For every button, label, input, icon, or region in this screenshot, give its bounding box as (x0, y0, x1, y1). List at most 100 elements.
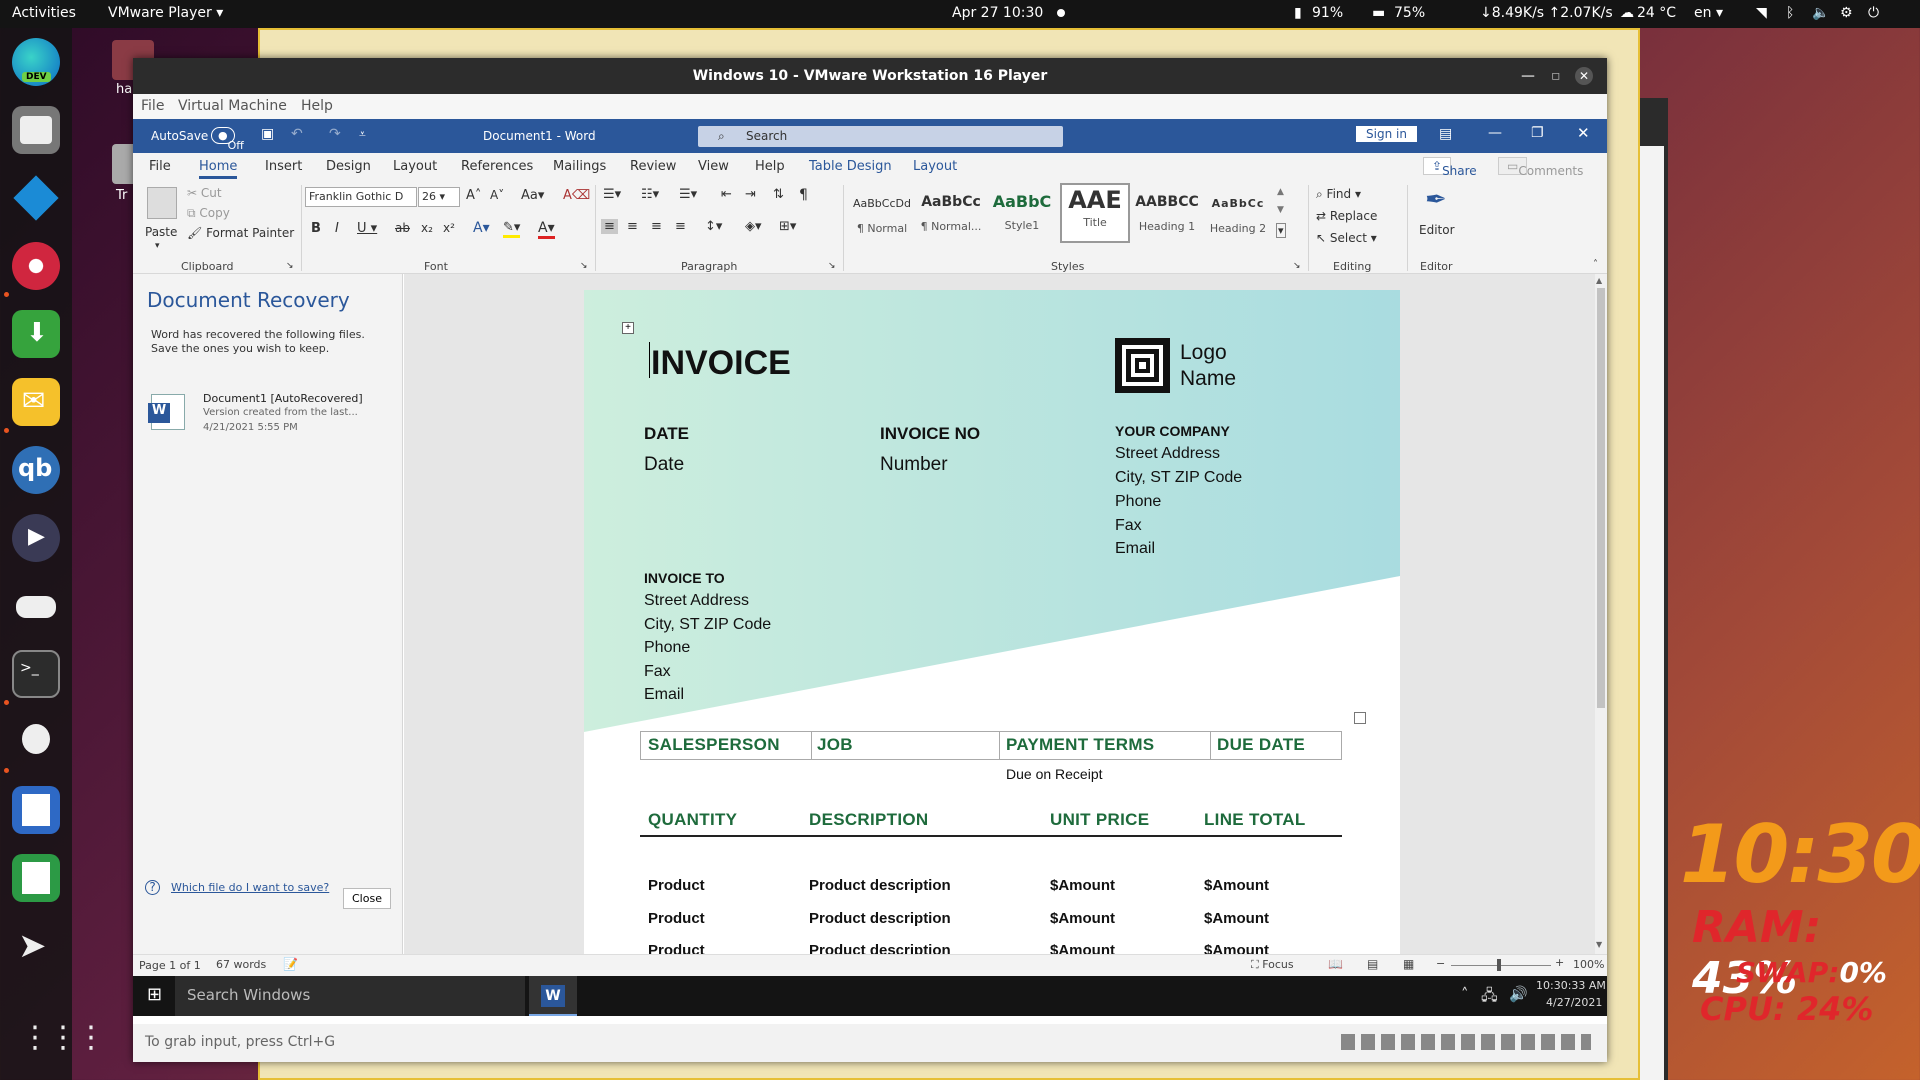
to-street[interactable]: Street Address (644, 592, 749, 610)
invoice-title[interactable]: INVOICE (651, 344, 791, 383)
tab-help[interactable]: Help (755, 159, 785, 174)
read-mode-icon[interactable]: 📖 (1328, 957, 1343, 971)
power-icon[interactable]: ⏻ (1868, 5, 1879, 21)
text-effects-icon[interactable]: A▾ (473, 220, 490, 236)
bluetooth-icon[interactable]: ᛒ (1786, 5, 1794, 21)
guest-screen[interactable]: AutoSave ● Off ▣ ↶ ↷ ⩡ Document1 - Word … (133, 119, 1607, 1044)
row1-unit[interactable]: $Amount (1050, 877, 1115, 894)
calc-icon[interactable] (12, 854, 60, 902)
font-name-select[interactable]: Franklin Gothic D (305, 187, 417, 207)
gamepad-icon[interactable] (12, 582, 60, 630)
taskbar-date[interactable]: 4/27/2021 (1546, 996, 1602, 1009)
print-layout-icon[interactable]: ▤ (1367, 957, 1378, 971)
justify-icon[interactable]: ≡ (675, 219, 686, 234)
payment-terms-value[interactable]: Due on Receipt (1006, 766, 1103, 782)
paste-button[interactable]: Paste (145, 225, 177, 239)
paragraph-launcher-icon[interactable]: ↘ (828, 261, 836, 271)
tab-home[interactable]: Home (199, 159, 238, 179)
download-manager-icon[interactable]: ⬇ (12, 310, 60, 358)
comments-button[interactable]: ▭ Comments (1498, 157, 1583, 178)
zoom-slider-thumb[interactable] (1497, 959, 1501, 971)
device-status-icons[interactable] (1341, 1034, 1591, 1050)
styles-launcher-icon[interactable]: ↘ (1293, 261, 1301, 271)
to-phone[interactable]: Phone (644, 639, 690, 657)
line-spacing-icon[interactable]: ↕▾ (705, 219, 722, 234)
tab-insert[interactable]: Insert (265, 159, 302, 174)
zoom-level[interactable]: 100% (1573, 958, 1604, 971)
cut-button[interactable]: ✂ Cut (187, 186, 222, 200)
to-fax[interactable]: Fax (644, 663, 671, 681)
tab-references[interactable]: References (461, 159, 533, 174)
copy-button[interactable]: ⧉ Copy (187, 206, 230, 221)
zoom-in-icon[interactable]: + (1555, 956, 1564, 969)
shrink-font-icon[interactable]: A˅ (490, 188, 504, 202)
page-count[interactable]: Page 1 of 1 (139, 959, 201, 972)
edge-dev-icon[interactable]: DEV (12, 38, 60, 86)
undo-icon[interactable]: ↶ (291, 126, 303, 142)
zoom-slider[interactable] (1451, 965, 1551, 966)
kodi-icon[interactable] (12, 174, 60, 222)
sort-icon[interactable]: ⇅ (773, 187, 784, 202)
decrease-indent-icon[interactable]: ⇤ (721, 187, 732, 202)
tray-overflow-icon[interactable]: ˄ (1461, 985, 1469, 1003)
scroll-thumb[interactable] (1597, 288, 1605, 708)
media-player-icon[interactable]: ▶ (12, 514, 60, 562)
replace-button[interactable]: ⇄ Replace (1316, 209, 1377, 223)
align-center-icon[interactable]: ≡ (627, 219, 638, 234)
zoom-out-icon[interactable]: − (1436, 957, 1445, 970)
to-email[interactable]: Email (644, 686, 684, 704)
row1-qty[interactable]: Product (648, 877, 705, 894)
row3-desc[interactable]: Product description (809, 942, 951, 954)
font-color-icon[interactable]: A▾ (538, 220, 555, 239)
maximize-icon[interactable]: ▫ (1551, 58, 1561, 94)
wifi-icon[interactable]: ◥ (1756, 5, 1767, 21)
activities-button[interactable]: Activities (12, 5, 76, 21)
vertical-scrollbar[interactable]: ▲ ▼ (1595, 274, 1607, 954)
change-case-icon[interactable]: Aa▾ (521, 188, 544, 203)
select-button[interactable]: ↖ Select ▾ (1316, 231, 1377, 245)
network-tray-icon[interactable]: 🖧 (1481, 985, 1498, 1010)
paste-dropdown-icon[interactable]: ▾ (155, 241, 160, 251)
editor-icon[interactable]: ✒ (1425, 185, 1447, 215)
tab-mailings[interactable]: Mailings (553, 159, 606, 174)
to-city[interactable]: City, ST ZIP Code (644, 616, 771, 634)
word-restore-icon[interactable]: ❐ (1531, 125, 1544, 141)
company-phone[interactable]: Phone (1115, 493, 1161, 511)
company-city[interactable]: City, ST ZIP Code (1115, 469, 1242, 487)
tab-view[interactable]: View (698, 159, 729, 174)
style-normal-alt[interactable]: AaBbCc ¶ Normal... (918, 187, 984, 243)
row3-qty[interactable]: Product (648, 942, 705, 954)
fan-app-icon[interactable] (12, 242, 60, 290)
shading-icon[interactable]: ◈▾ (745, 219, 762, 234)
language-indicator[interactable]: en ▾ (1694, 5, 1723, 21)
save-icon[interactable]: ▣ (261, 126, 274, 142)
telegram-icon[interactable]: ➤ (12, 922, 60, 970)
bold-icon[interactable]: B (311, 221, 321, 236)
sign-in-button[interactable]: Sign in (1356, 126, 1417, 142)
styles-scroll-up-icon[interactable]: ▲ (1277, 187, 1284, 197)
style-normal[interactable]: AaBbCcDd ¶ Normal (851, 187, 913, 243)
align-left-icon[interactable]: ≡ (601, 219, 618, 234)
menu-virtual-machine[interactable]: Virtual Machine (178, 98, 287, 114)
mail-icon[interactable]: ✉ (12, 378, 60, 426)
collapse-ribbon-icon[interactable]: ˄ (1593, 259, 1598, 270)
row3-total[interactable]: $Amount (1204, 942, 1269, 954)
editor-button[interactable]: Editor (1419, 223, 1455, 237)
strikethrough-icon[interactable]: ab (395, 221, 410, 235)
invoice-no-value[interactable]: Number (880, 454, 948, 476)
show-paragraph-marks-icon[interactable]: ¶ (799, 187, 808, 203)
grow-font-icon[interactable]: A˄ (466, 188, 481, 203)
qbittorrent-icon[interactable]: qb (12, 446, 60, 494)
tab-file[interactable]: File (149, 159, 171, 174)
tab-table-design[interactable]: Table Design (809, 159, 892, 174)
focus-button[interactable]: ⛶ Focus (1251, 958, 1294, 972)
row1-desc[interactable]: Product description (809, 877, 951, 894)
italic-icon[interactable]: I (335, 221, 339, 236)
volume-icon[interactable]: 🔈 (1812, 5, 1829, 21)
word-minimize-icon[interactable]: — (1488, 125, 1502, 141)
multilevel-list-icon[interactable]: ☰▾ (679, 187, 697, 202)
tab-design[interactable]: Design (326, 159, 371, 174)
taskbar-time[interactable]: 10:30:33 AM (1536, 979, 1606, 992)
row2-desc[interactable]: Product description (809, 910, 951, 927)
share-button[interactable]: ⇪ Share (1423, 157, 1477, 178)
